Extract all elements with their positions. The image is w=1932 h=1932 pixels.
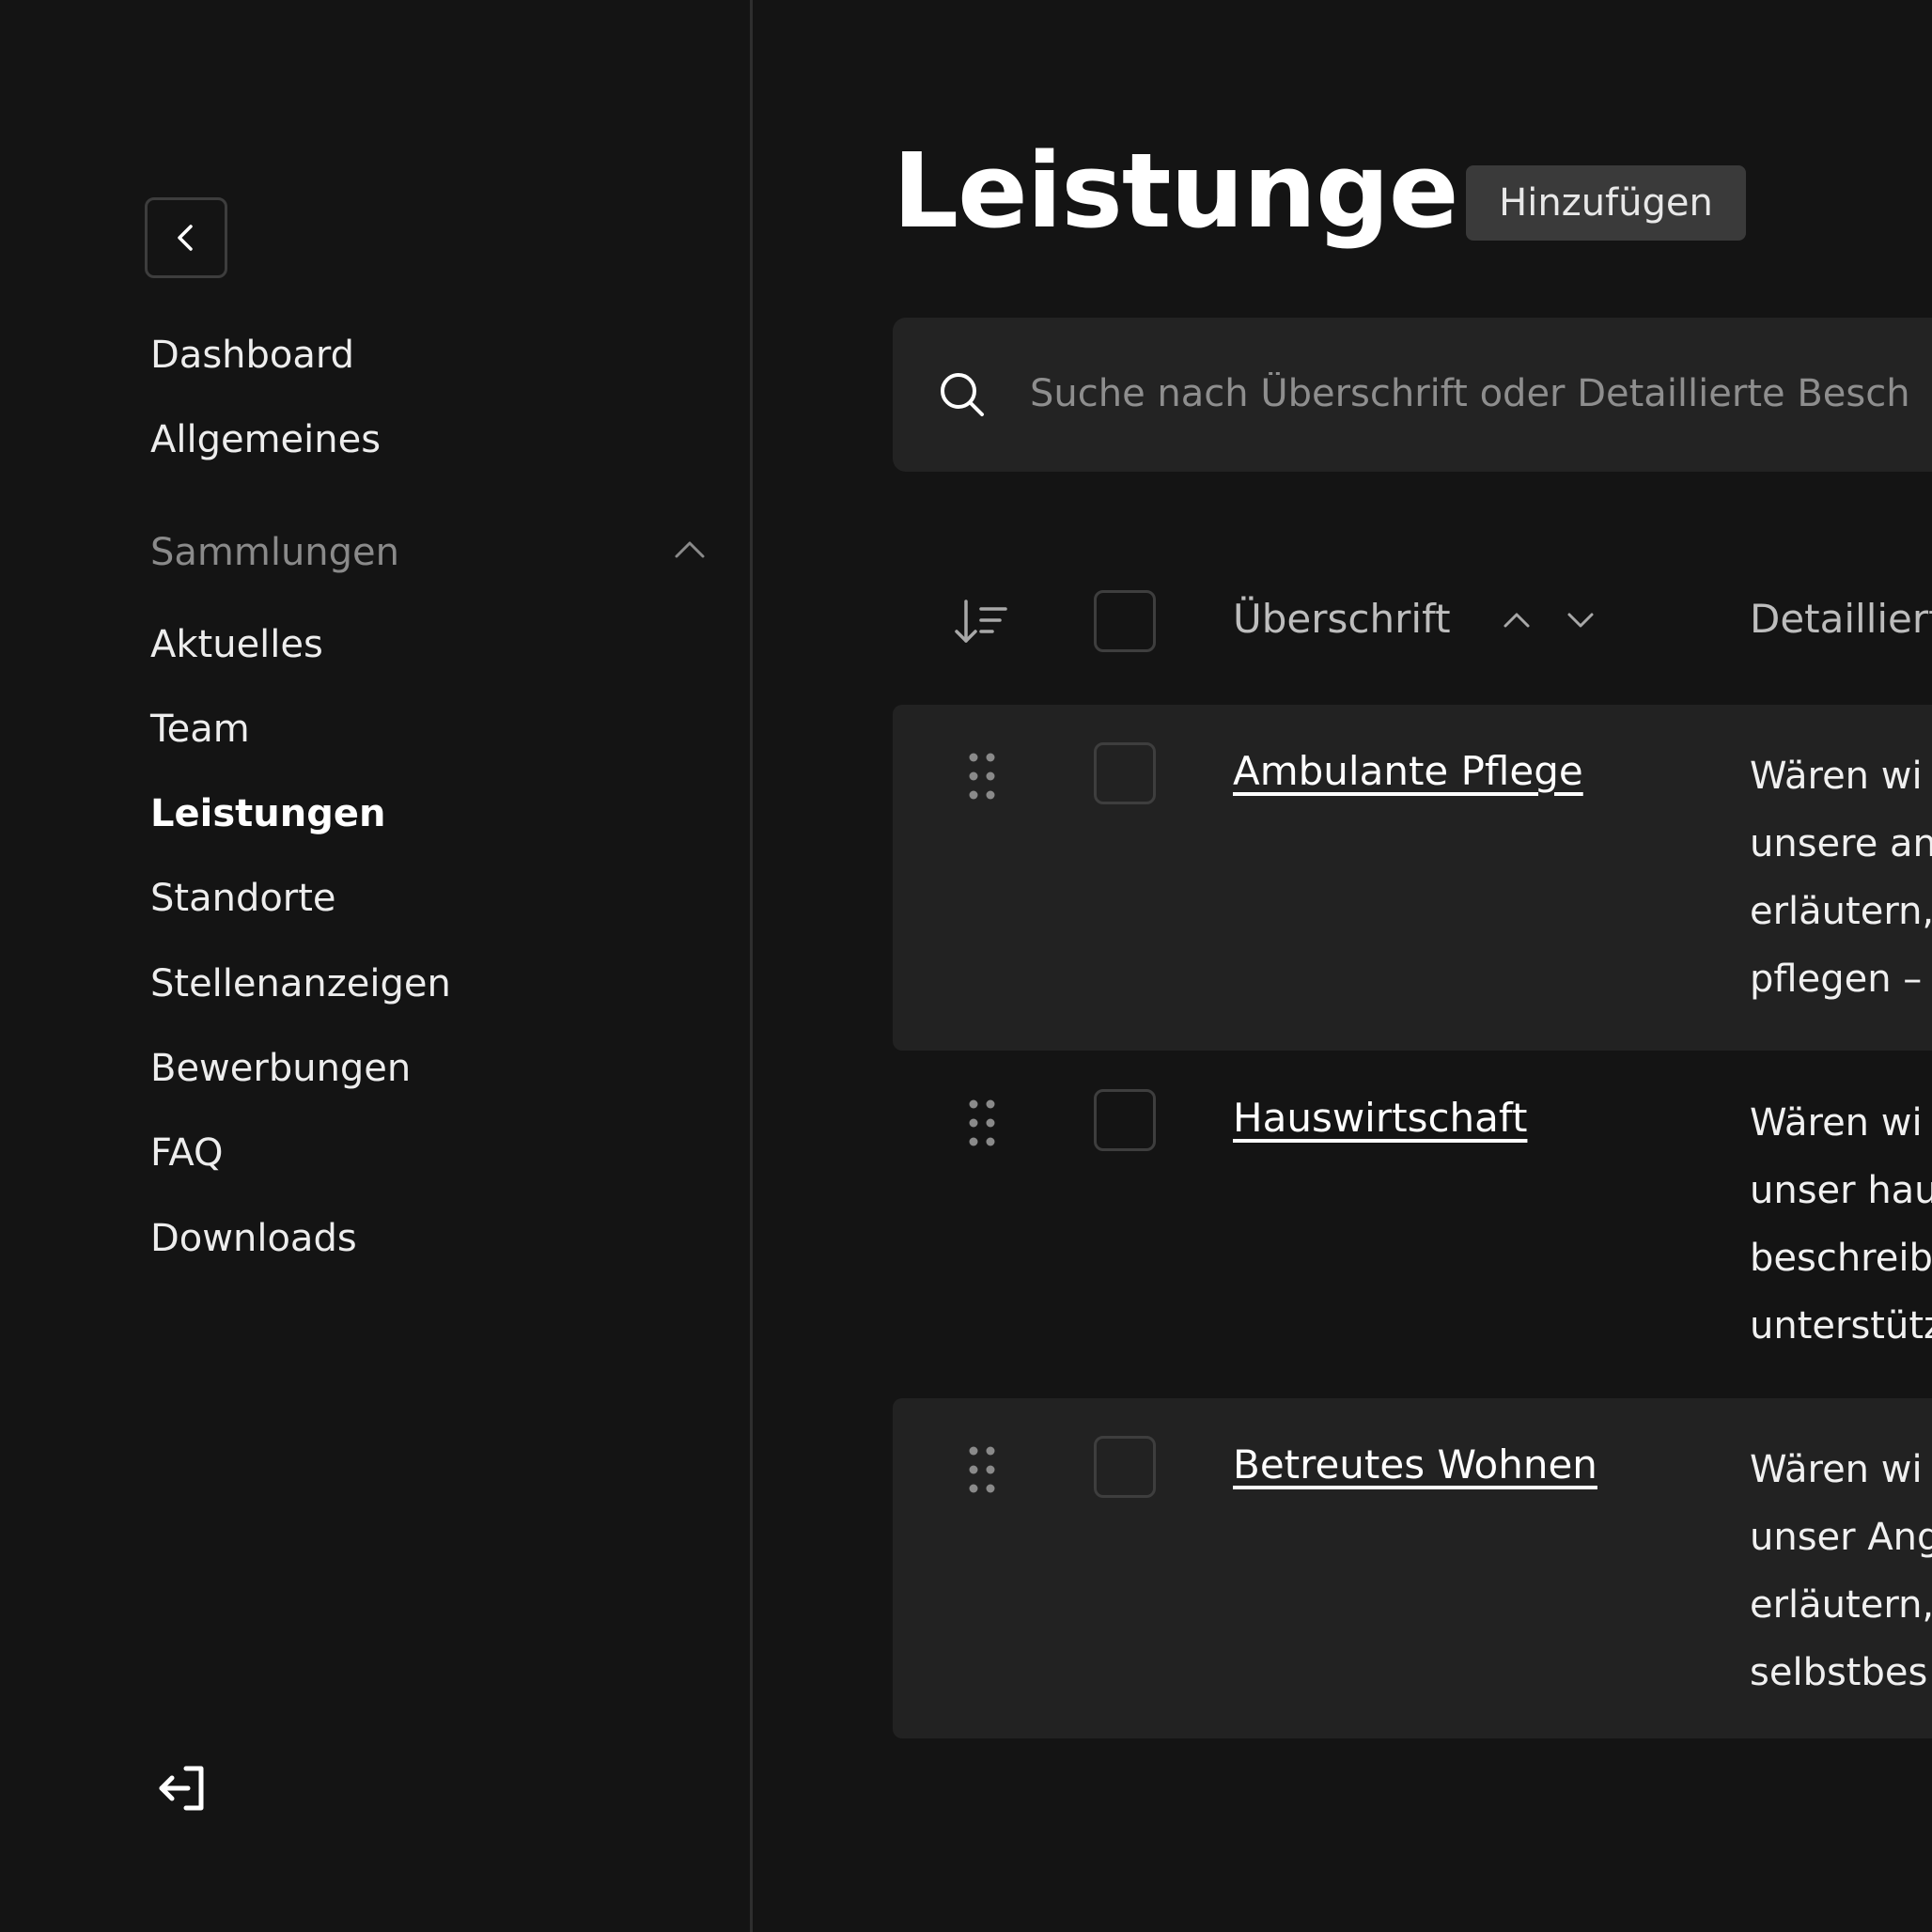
sidebar-item-bewerbungen[interactable]: Bewerbungen: [150, 1050, 411, 1087]
nav-allgemeines[interactable]: Allgemeines: [150, 421, 381, 459]
page-title: Leistungen: [893, 131, 1532, 251]
sort-desc-icon[interactable]: [1562, 605, 1599, 633]
section-sammlungen-label[interactable]: Sammlungen: [150, 531, 399, 574]
sidebar-item-team[interactable]: Team: [150, 710, 250, 748]
row-checkbox[interactable]: [1094, 1436, 1156, 1498]
search-icon: [941, 373, 984, 416]
row-title-link[interactable]: Hauswirtschaft: [1233, 1095, 1527, 1141]
column-header-description[interactable]: Detailliert: [1750, 596, 1932, 642]
sidebar: Dashboard Allgemeines Sammlungen Aktuell…: [0, 0, 753, 1932]
drag-handle-icon[interactable]: [966, 1445, 998, 1494]
search-bar: [893, 318, 1932, 472]
drag-handle-icon[interactable]: [966, 1098, 998, 1147]
row-description: Wären wi unser hau beschreib unterstütz: [1750, 1089, 1932, 1360]
row-description-line: pflegen –: [1750, 958, 1923, 1001]
sort-icon[interactable]: [953, 598, 1009, 647]
row-checkbox[interactable]: [1094, 1089, 1156, 1151]
sidebar-item-downloads[interactable]: Downloads: [150, 1220, 357, 1257]
back-button[interactable]: [145, 197, 227, 278]
row-description: Wären wi unsere an erläutern, pflegen –: [1750, 742, 1932, 1013]
row-description-line: selbstbes: [1750, 1651, 1928, 1694]
column-header-title[interactable]: Überschrift: [1233, 596, 1451, 642]
add-button[interactable]: Hinzufügen: [1466, 165, 1746, 241]
sidebar-item-leistungen[interactable]: Leistungen: [150, 795, 385, 833]
sidebar-item-stellenanzeigen[interactable]: Stellenanzeigen: [150, 965, 451, 1003]
search-input[interactable]: [1030, 365, 1932, 423]
row-description-line: Wären wi: [1750, 1448, 1923, 1491]
row-description-line: unsere an: [1750, 822, 1932, 865]
row-checkbox[interactable]: [1094, 742, 1156, 804]
row-description-line: beschreib: [1750, 1237, 1932, 1280]
nav-dashboard[interactable]: Dashboard: [150, 336, 354, 374]
row-description-line: unser Ang: [1750, 1516, 1932, 1559]
row-description-line: Wären wi: [1750, 755, 1923, 798]
logout-icon[interactable]: [156, 1765, 209, 1812]
select-all-checkbox[interactable]: [1094, 590, 1156, 652]
sidebar-item-aktuelles[interactable]: Aktuelles: [150, 626, 323, 663]
row-description: Wären wi unser Ang erläutern, selbstbes: [1750, 1436, 1932, 1706]
row-title-link[interactable]: Betreutes Wohnen: [1233, 1441, 1597, 1488]
table-row[interactable]: Betreutes Wohnen Wären wi unser Ang erlä…: [893, 1398, 1932, 1738]
sidebar-item-faq[interactable]: FAQ: [150, 1134, 223, 1172]
table-header: Überschrift Detailliert: [893, 564, 1932, 677]
sidebar-item-standorte[interactable]: Standorte: [150, 880, 336, 917]
row-description-line: Wären wi: [1750, 1101, 1923, 1145]
table-row[interactable]: Ambulante Pflege Wären wi unsere an erlä…: [893, 705, 1932, 1051]
drag-handle-icon[interactable]: [966, 752, 998, 801]
chevron-up-icon[interactable]: [671, 536, 709, 564]
row-description-line: unser hau: [1750, 1169, 1932, 1212]
chevron-left-icon: [178, 225, 193, 251]
sort-asc-icon[interactable]: [1498, 605, 1535, 633]
row-description-line: unterstütz: [1750, 1304, 1932, 1348]
table-row[interactable]: Hauswirtschaft Wären wi unser hau beschr…: [893, 1052, 1932, 1397]
row-title-link[interactable]: Ambulante Pflege: [1233, 748, 1583, 794]
row-description-line: erläutern,: [1750, 890, 1932, 933]
row-description-line: erläutern,: [1750, 1583, 1932, 1627]
